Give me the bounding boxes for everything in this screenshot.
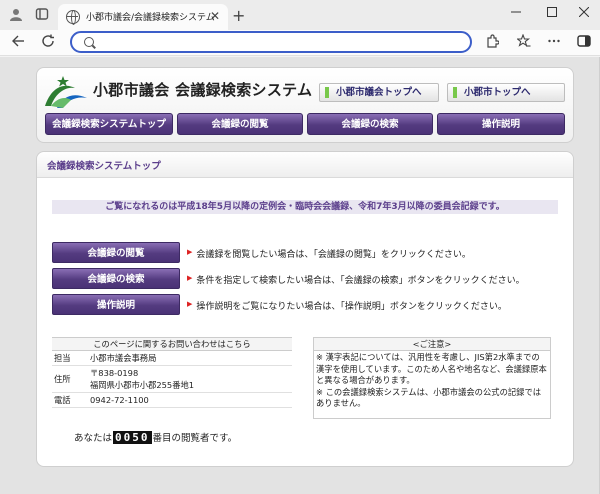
city-logo-icon xyxy=(45,76,87,108)
nav-browse[interactable]: 会議録の閲覧 xyxy=(177,113,303,135)
search-button[interactable]: 会議録の検索 xyxy=(52,268,180,289)
globe-icon xyxy=(66,10,80,25)
page-viewport: 小郡市議会 会議録検索システム 小郡市議会トップへ 小郡市トップへ 会議録検索シ… xyxy=(0,57,600,494)
profile-icon[interactable] xyxy=(8,7,24,23)
browse-button[interactable]: 会議録の閲覧 xyxy=(52,242,180,263)
help-description: ▶ 操作説明をご覧になりたい場合は、「操作説明」ボタンをクリックください。 xyxy=(187,300,507,312)
nav-search[interactable]: 会議録の検索 xyxy=(307,113,433,135)
contact-table: このページに関するお問い合わせはこちら 担当 小郡市議会事務局 住所 〒838-… xyxy=(52,337,292,408)
arrow-icon: ▶ xyxy=(187,248,193,256)
minimize-icon[interactable] xyxy=(506,6,526,20)
search-icon xyxy=(84,37,94,47)
browser-tab[interactable]: 小郡市議会/会議録検索システム ✕ xyxy=(58,4,228,30)
council-top-link[interactable]: 小郡市議会トップへ xyxy=(319,83,439,102)
nav-system-top[interactable]: 会議録検索システムトップ xyxy=(45,113,173,135)
city-top-link[interactable]: 小郡市トップへ xyxy=(447,83,565,102)
help-button[interactable]: 操作説明 xyxy=(52,294,180,315)
search-description: ▶ 条件を指定して検索したい場合は、「会議録の検索」ボタンをクリックください。 xyxy=(187,274,525,286)
visitor-counter: あなたは 0050 番目の閲覧者です。 xyxy=(74,431,238,444)
caution-title: <ご注意> xyxy=(314,338,550,351)
site-title: 小郡市議会 会議録検索システム xyxy=(93,81,313,99)
close-tab-icon[interactable]: ✕ xyxy=(210,9,220,23)
address-bar[interactable] xyxy=(70,31,472,53)
table-row: 電話 0942-72-1100 xyxy=(52,392,292,408)
nav-help[interactable]: 操作説明 xyxy=(437,113,565,135)
browser-titlebar: 小郡市議会/会議録検索システム ✕ + xyxy=(0,0,600,30)
table-row: 担当 小郡市議会事務局 xyxy=(52,350,292,366)
browse-description: ▶ 会議録を閲覧したい場合は、「会議録の閲覧」をクリックください。 xyxy=(187,248,471,260)
back-icon[interactable] xyxy=(8,33,28,53)
arrow-icon: ▶ xyxy=(187,300,193,308)
table-row: 住所 〒838-0198 福岡県小郡市小郡255番地1 xyxy=(52,365,292,393)
sidebar-icon[interactable] xyxy=(574,33,594,53)
tab-title: 小郡市議会/会議録検索システム xyxy=(86,13,215,23)
reload-icon[interactable] xyxy=(38,33,58,53)
caution-box: <ご注意> ※ 漢字表記については、汎用性を考慮し、JIS第2水準までの漢字を使… xyxy=(313,337,551,419)
more-icon[interactable] xyxy=(544,33,564,53)
caution-official-note: ※ この会議録検索システムは、小郡市議会の公式の記録ではありません。 xyxy=(316,386,542,409)
counter-digits: 0050 xyxy=(113,431,152,444)
content-header: 会議録検索システムトップ xyxy=(37,152,573,178)
address-input[interactable] xyxy=(100,35,460,49)
window-close-icon[interactable] xyxy=(574,6,594,20)
main-content: 会議録検索システムトップ ご覧になれるのは平成18年5月以降の定例会・臨時会会議… xyxy=(36,151,574,467)
tab-actions-icon[interactable] xyxy=(34,7,50,23)
browser-toolbar xyxy=(0,30,600,56)
arrow-icon: ▶ xyxy=(187,274,193,282)
favorites-icon[interactable] xyxy=(514,33,534,53)
maximize-icon[interactable] xyxy=(542,6,562,20)
availability-notice: ご覧になれるのは平成18年5月以降の定例会・臨時会会議録、令和7年3月以降の委員… xyxy=(52,200,558,214)
contact-title: このページに関するお問い合わせはこちら xyxy=(52,337,292,351)
caution-kanji-note: ※ 漢字表記については、汎用性を考慮し、JIS第2水準までの漢字を使用しています… xyxy=(316,352,547,385)
extensions-icon[interactable] xyxy=(482,33,502,53)
new-tab-icon[interactable]: + xyxy=(232,6,245,25)
site-header: 小郡市議会 会議録検索システム 小郡市議会トップへ 小郡市トップへ 会議録検索シ… xyxy=(36,67,574,143)
page-title: 会議録検索システムトップ xyxy=(47,161,161,172)
